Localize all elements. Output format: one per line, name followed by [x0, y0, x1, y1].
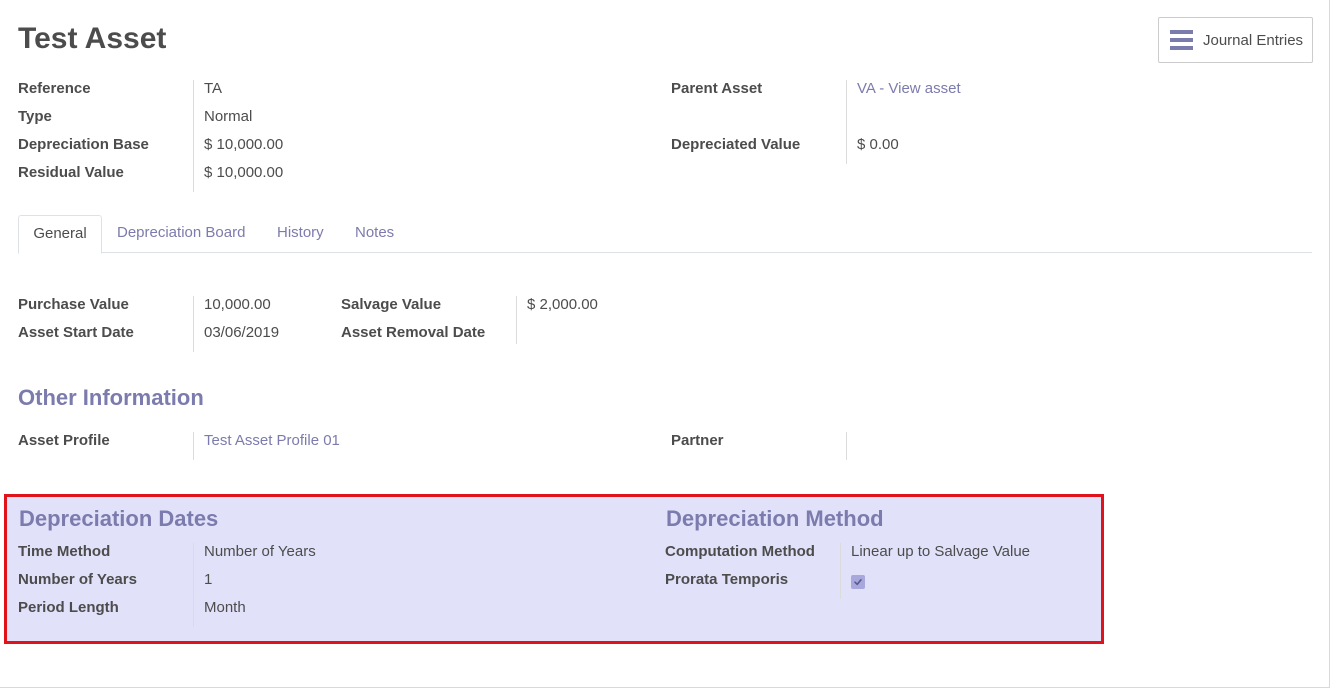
asset-profile-label: Asset Profile [18, 432, 110, 449]
field-divider [193, 296, 194, 352]
depreciation-method-heading: Depreciation Method [666, 506, 884, 531]
parent-asset-link[interactable]: VA - View asset [857, 80, 961, 97]
purchase-value-value[interactable]: 10,000.00 [204, 296, 271, 313]
tab-history[interactable]: History [277, 215, 324, 253]
depreciated-value-value: $ 0.00 [857, 136, 899, 153]
salvage-value-value[interactable]: $ 2,000.00 [527, 296, 598, 313]
computation-method-value[interactable]: Linear up to Salvage Value [851, 543, 1030, 560]
field-divider [193, 80, 194, 192]
depreciated-value-label: Depreciated Value [671, 136, 801, 153]
depreciation-base-value: $ 10,000.00 [204, 136, 284, 153]
asset-start-date-label: Asset Start Date [18, 324, 134, 341]
residual-value-label: Residual Value [18, 164, 124, 181]
field-divider [516, 296, 517, 344]
asset-removal-date-label: Asset Removal Date [341, 324, 486, 341]
field-divider [846, 80, 847, 164]
journal-entries-label: Journal Entries [1203, 31, 1304, 49]
field-divider [193, 543, 194, 627]
other-information-heading: Other Information [18, 385, 204, 410]
computation-method-label: Computation Method [665, 543, 815, 560]
prorata-temporis-label: Prorata Temporis [665, 571, 789, 588]
tab-depreciation-board[interactable]: Depreciation Board [117, 215, 245, 253]
partner-label: Partner [671, 432, 724, 449]
type-value[interactable]: Normal [204, 108, 252, 125]
purchase-value-label: Purchase Value [18, 296, 129, 313]
field-divider [840, 543, 841, 599]
prorata-temporis-checkbox[interactable] [851, 575, 865, 589]
field-divider [193, 432, 194, 460]
depreciation-base-label: Depreciation Base [18, 136, 149, 153]
list-icon [1170, 30, 1193, 50]
reference-label: Reference [18, 80, 91, 97]
number-of-years-value[interactable]: 1 [204, 571, 212, 588]
parent-asset-label: Parent Asset [671, 80, 763, 97]
asset-profile-link[interactable]: Test Asset Profile 01 [204, 432, 340, 449]
period-length-value[interactable]: Month [204, 599, 246, 616]
time-method-value[interactable]: Number of Years [204, 543, 316, 560]
journal-entries-button[interactable]: Journal Entries [1158, 17, 1313, 63]
reference-value[interactable]: TA [204, 80, 222, 97]
checkmark-icon [854, 579, 862, 586]
page-title: Test Asset [18, 22, 167, 55]
asset-start-date-value[interactable]: 03/06/2019 [204, 324, 279, 341]
time-method-label: Time Method [18, 543, 111, 560]
field-divider [846, 432, 847, 460]
number-of-years-label: Number of Years [18, 571, 137, 588]
form-sheet: Test Asset Journal Entries Reference TA … [0, 0, 1330, 688]
salvage-value-label: Salvage Value [341, 296, 442, 313]
type-label: Type [18, 108, 52, 125]
residual-value-value: $ 10,000.00 [204, 164, 284, 181]
period-length-label: Period Length [18, 599, 119, 616]
tab-notes[interactable]: Notes [355, 215, 394, 253]
depreciation-dates-heading: Depreciation Dates [19, 506, 219, 531]
notebook-tabs: General Depreciation Board History Notes [18, 215, 1312, 254]
tab-general[interactable]: General [18, 215, 102, 254]
